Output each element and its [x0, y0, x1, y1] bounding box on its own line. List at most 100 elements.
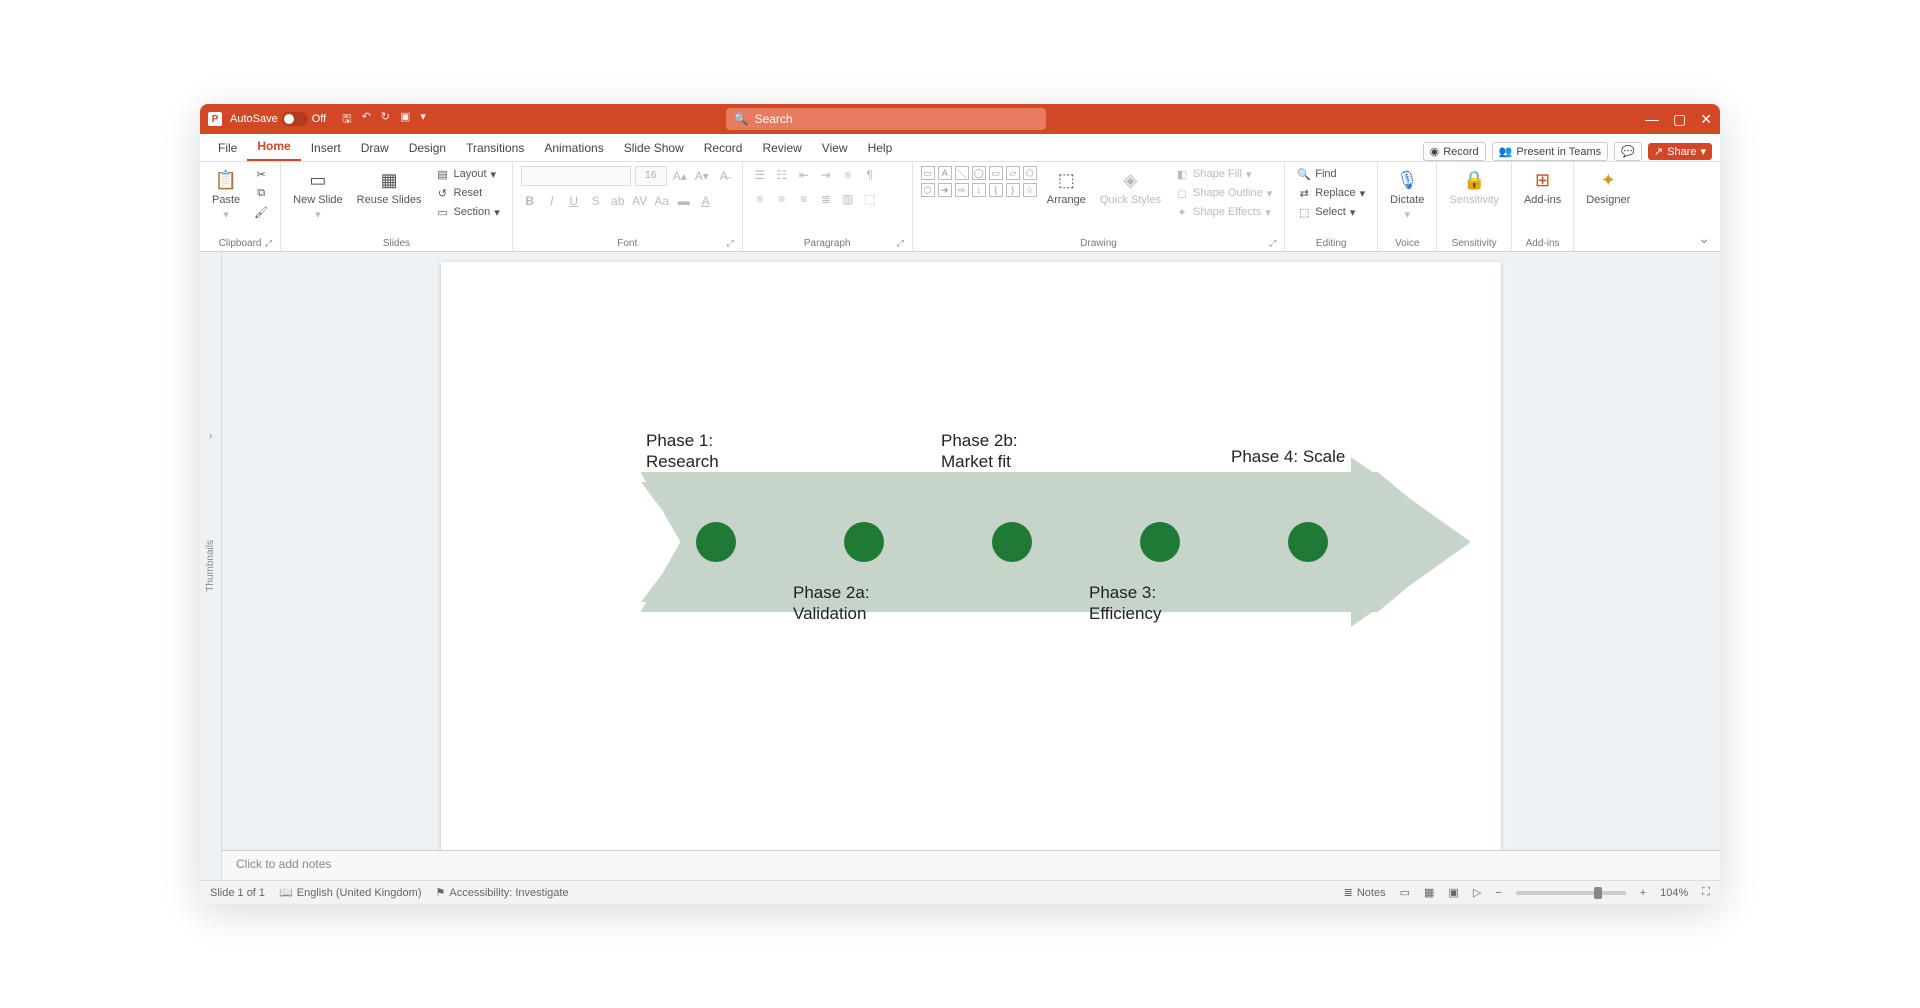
slide[interactable]: Phase 1: Research Phase 2b: Market fit P…: [441, 262, 1501, 850]
phase-2a-label[interactable]: Phase 2a: Validation: [793, 582, 870, 625]
zoom-out-icon[interactable]: −: [1495, 887, 1501, 899]
tab-slideshow[interactable]: Slide Show: [614, 135, 694, 161]
phase-3-label[interactable]: Phase 3: Efficiency: [1089, 582, 1161, 625]
reuse-slides-button[interactable]: ▦Reuse Slides: [353, 166, 426, 208]
format-painter-button[interactable]: 🖌: [250, 204, 272, 220]
zoom-slider[interactable]: [1516, 891, 1626, 895]
timeline-arrow-shape[interactable]: [641, 457, 1471, 627]
smartart-icon[interactable]: ⬚: [861, 190, 879, 208]
search-box[interactable]: 🔍 Search: [726, 108, 1046, 130]
phase-dot-3[interactable]: [1140, 522, 1180, 562]
paste-button[interactable]: 📋 Paste▾: [208, 166, 244, 223]
notes-pane[interactable]: Click to add notes: [222, 850, 1720, 880]
share-button[interactable]: ↗ Share ▾: [1648, 143, 1712, 160]
shape-effects-button[interactable]: ✦Shape Effects ▾: [1171, 204, 1276, 220]
clear-format-icon[interactable]: A̶: [715, 167, 733, 185]
charspace-icon[interactable]: AV: [631, 192, 649, 210]
section-button[interactable]: ▭Section ▾: [432, 204, 504, 220]
cut-button[interactable]: ✂: [250, 166, 272, 182]
reading-view-icon[interactable]: ▣: [1448, 886, 1458, 899]
shadow-icon[interactable]: ab: [609, 192, 627, 210]
tab-record[interactable]: Record: [694, 135, 753, 161]
phase-1-label[interactable]: Phase 1: Research: [646, 430, 719, 473]
sensitivity-button[interactable]: 🔒Sensitivity: [1445, 166, 1503, 208]
dialog-launcher-icon[interactable]: ⤢: [727, 238, 734, 249]
shape-fill-button[interactable]: ◧Shape Fill ▾: [1171, 166, 1276, 182]
tab-review[interactable]: Review: [752, 135, 811, 161]
find-button[interactable]: 🔍Find: [1293, 166, 1369, 182]
font-family-combo[interactable]: [521, 166, 631, 186]
present-teams-button[interactable]: 👥 Present in Teams: [1492, 142, 1609, 161]
tab-transitions[interactable]: Transitions: [456, 135, 534, 161]
copy-button[interactable]: ⧉: [250, 185, 272, 201]
notes-toggle[interactable]: ≣ Notes: [1344, 886, 1386, 899]
tab-draw[interactable]: Draw: [351, 135, 399, 161]
align-center-icon[interactable]: ≡: [773, 190, 791, 208]
dictate-button[interactable]: 🎙Dictate▾: [1386, 166, 1428, 223]
arrange-button[interactable]: ⬚Arrange: [1043, 166, 1090, 208]
quick-styles-button[interactable]: ◈Quick Styles: [1096, 166, 1165, 208]
normal-view-icon[interactable]: ▭: [1400, 886, 1410, 899]
decrease-font-icon[interactable]: A▾: [693, 167, 711, 185]
qat-more-icon[interactable]: ▾: [420, 110, 426, 129]
dialog-launcher-icon[interactable]: ⤢: [265, 238, 272, 249]
dialog-launcher-icon[interactable]: ⤢: [897, 238, 904, 249]
reset-button[interactable]: ↺Reset: [432, 185, 504, 201]
tab-help[interactable]: Help: [858, 135, 903, 161]
designer-button[interactable]: ✦Designer: [1582, 166, 1634, 208]
new-slide-button[interactable]: ▭New Slide▾: [289, 166, 347, 223]
font-size-combo[interactable]: 16: [635, 166, 667, 186]
redo-icon[interactable]: ↻: [381, 110, 390, 129]
slideshow-view-icon[interactable]: ▷: [1473, 886, 1481, 899]
italic-icon[interactable]: I: [543, 192, 561, 210]
from-beginning-icon[interactable]: ▣: [400, 110, 410, 129]
record-button[interactable]: ◉ Record: [1423, 142, 1486, 161]
zoom-level[interactable]: 104%: [1660, 887, 1688, 899]
comments-button[interactable]: 💬: [1614, 142, 1642, 161]
shape-outline-button[interactable]: ◻Shape Outline ▾: [1171, 185, 1276, 201]
tab-animations[interactable]: Animations: [534, 135, 613, 161]
indent-inc-icon[interactable]: ⇥: [817, 166, 835, 184]
align-left-icon[interactable]: ≡: [751, 190, 769, 208]
phase-dot-4[interactable]: [1288, 522, 1328, 562]
minimize-icon[interactable]: —: [1645, 111, 1659, 128]
changecase-icon[interactable]: Aa: [653, 192, 671, 210]
zoom-in-icon[interactable]: +: [1640, 887, 1646, 899]
phase-dot-1[interactable]: [696, 522, 736, 562]
maximize-icon[interactable]: ▢: [1673, 111, 1686, 128]
underline-icon[interactable]: U: [565, 192, 583, 210]
layout-button[interactable]: ▤Layout ▾: [432, 166, 504, 182]
phase-2b-label[interactable]: Phase 2b: Market fit: [941, 430, 1018, 473]
sorter-view-icon[interactable]: ▦: [1424, 886, 1434, 899]
slide-canvas-area[interactable]: Phase 1: Research Phase 2b: Market fit P…: [222, 252, 1720, 850]
chevron-right-icon[interactable]: ›: [209, 431, 212, 442]
numbering-icon[interactable]: ☷: [773, 166, 791, 184]
bold-icon[interactable]: B: [521, 192, 539, 210]
accessibility-status[interactable]: ⚑ Accessibility: Investigate: [435, 886, 568, 899]
shapes-gallery[interactable]: ▭A＼◯▭▱⬠ ⬡➔⇨↕{}☆: [921, 166, 1037, 197]
align-right-icon[interactable]: ≡: [795, 190, 813, 208]
fit-window-icon[interactable]: ⛶: [1702, 886, 1710, 899]
dialog-launcher-icon[interactable]: ⤢: [1269, 238, 1276, 249]
tab-view[interactable]: View: [812, 135, 858, 161]
undo-icon[interactable]: ↶: [362, 110, 371, 129]
tab-insert[interactable]: Insert: [301, 135, 351, 161]
justify-icon[interactable]: ≣: [817, 190, 835, 208]
addins-button[interactable]: ⊞Add-ins: [1520, 166, 1565, 208]
fontcolor-icon[interactable]: A: [697, 192, 715, 210]
increase-font-icon[interactable]: A▴: [671, 167, 689, 185]
thumbnail-pane[interactable]: › Thumbnails: [200, 252, 222, 880]
phase-4-label[interactable]: Phase 4: Scale: [1231, 446, 1345, 467]
tab-design[interactable]: Design: [399, 135, 456, 161]
slide-counter[interactable]: Slide 1 of 1: [210, 887, 265, 899]
textdir-icon[interactable]: ¶: [861, 166, 879, 184]
phase-dot-2b[interactable]: [992, 522, 1032, 562]
highlight-icon[interactable]: ▬: [675, 192, 693, 210]
replace-button[interactable]: ⇄Replace ▾: [1293, 185, 1369, 201]
tab-file[interactable]: File: [208, 135, 247, 161]
save-icon[interactable]: 🖫: [342, 110, 351, 129]
collapse-ribbon-icon[interactable]: ⌄: [1688, 226, 1720, 251]
columns-icon[interactable]: ▥: [839, 190, 857, 208]
close-icon[interactable]: ✕: [1700, 111, 1712, 128]
indent-dec-icon[interactable]: ⇤: [795, 166, 813, 184]
